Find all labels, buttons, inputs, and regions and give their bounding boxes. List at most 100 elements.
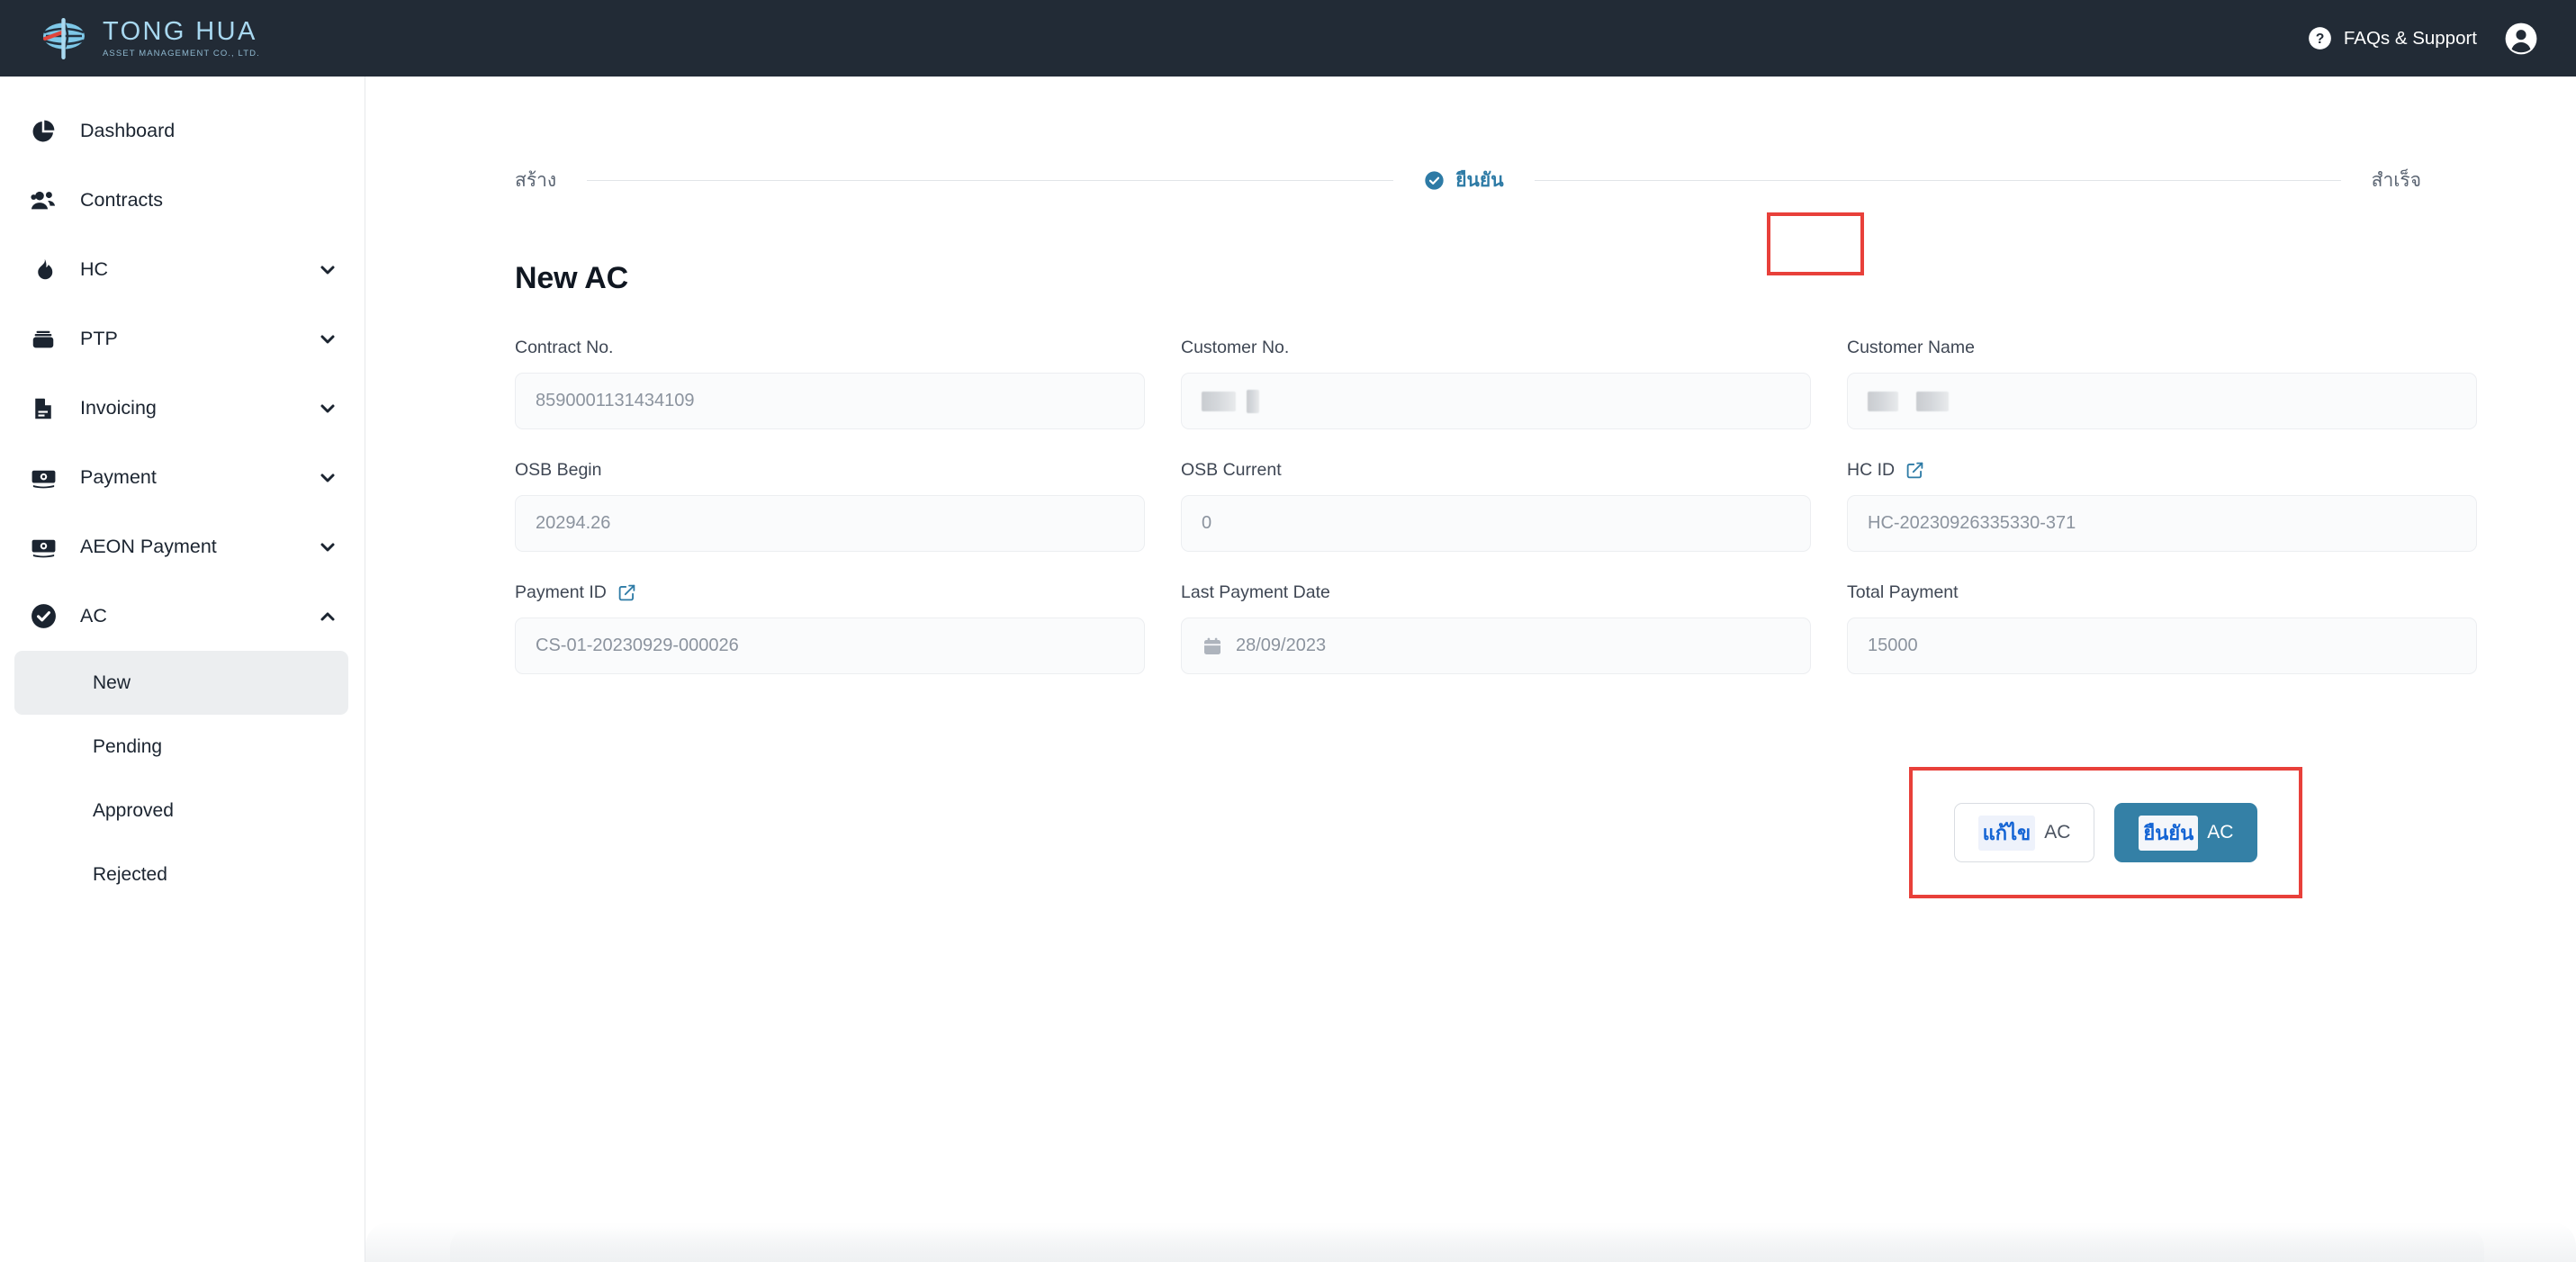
field-label: Payment ID	[515, 581, 1145, 604]
step-label: ยืนยัน	[1455, 169, 1504, 191]
field-value: 0	[1202, 513, 1212, 533]
step-confirm[interactable]: ยืนยัน	[1424, 166, 1504, 195]
field-label: HC ID	[1847, 458, 2477, 482]
sidebar-item-label: Invoicing	[80, 397, 157, 419]
field-label-text: Total Payment	[1847, 581, 1959, 602]
field-total-payment: Total Payment 15000	[1847, 581, 2477, 674]
sidebar-item-label: Payment	[80, 466, 157, 488]
field-label-text: Contract No.	[515, 337, 614, 357]
bottom-panel-inner-edge	[450, 1228, 2484, 1262]
sidebar-item-ac[interactable]: AC	[0, 581, 365, 651]
header-actions: ? FAQs & Support	[2308, 22, 2538, 56]
flame-icon	[28, 255, 59, 285]
people-group-icon	[28, 185, 59, 216]
osb-begin-input[interactable]: 20294.26	[515, 495, 1145, 552]
customer-name-input[interactable]	[1847, 373, 2477, 429]
field-label: Customer Name	[1847, 336, 2477, 359]
field-label: OSB Current	[1181, 458, 1811, 482]
chevron-down-icon[interactable]	[316, 397, 339, 420]
stepper-connector-line	[587, 179, 1394, 181]
customer-no-input[interactable]	[1181, 373, 1811, 429]
field-osb-begin: OSB Begin 20294.26	[515, 458, 1145, 552]
sidebar-subitem-new[interactable]: New	[14, 651, 348, 715]
field-label: Last Payment Date	[1181, 581, 1811, 604]
stepper-connector-line	[1534, 179, 2341, 181]
field-label: Total Payment	[1847, 581, 2477, 604]
form-field-grid: Contract No. 8590001131434109 Customer N…	[515, 336, 2477, 703]
pie-chart-icon	[28, 116, 59, 147]
sidebar-item-label: AEON Payment	[80, 536, 217, 557]
contract-no-input[interactable]: 8590001131434109	[515, 373, 1145, 429]
field-label-text: Payment ID	[515, 581, 607, 602]
step-success[interactable]: สำเร็จ	[2372, 166, 2421, 195]
last-payment-date-input[interactable]: 28/09/2023	[1181, 617, 1811, 674]
svg-text:?: ?	[2316, 32, 2325, 47]
field-label-text: Customer Name	[1847, 337, 1975, 357]
sidebar-item-ptp[interactable]: PTP	[0, 304, 365, 374]
field-value: HC-20230926335330-371	[1868, 513, 2076, 533]
sidebar-subitem-rejected[interactable]: Rejected	[14, 843, 348, 906]
redacted-value	[1868, 391, 1949, 411]
check-circle-filled-icon	[28, 601, 59, 632]
sidebar-subitem-pending[interactable]: Pending	[14, 715, 348, 779]
step-label: สำเร็จ	[2371, 169, 2422, 191]
user-avatar-icon[interactable]	[2504, 22, 2538, 56]
chevron-down-icon[interactable]	[316, 258, 339, 282]
tong-hua-logo-icon	[42, 17, 85, 59]
field-label-text: OSB Current	[1181, 459, 1282, 480]
field-payment-id: Payment ID CS-01-20230929-000026	[515, 581, 1145, 674]
sidebar-item-label: HC	[80, 258, 109, 280]
field-contract-no: Contract No. 8590001131434109	[515, 336, 1145, 429]
sidebar-item-contracts[interactable]: Contracts	[0, 166, 365, 235]
chevron-down-icon[interactable]	[316, 328, 339, 351]
edit-ac-english-label: AC	[2044, 822, 2071, 843]
sidebar-navigation: Dashboard Contracts HC PTP Invoicing Pay…	[0, 77, 365, 1262]
total-payment-input[interactable]: 15000	[1847, 617, 2477, 674]
field-label: Contract No.	[515, 336, 1145, 359]
edit-ac-button[interactable]: แก้ไข AC	[1953, 803, 2095, 862]
form-actions-highlight-box: แก้ไข AC ยืนยัน AC	[1909, 767, 2302, 898]
confirm-ac-button[interactable]: ยืนยัน AC	[2114, 803, 2258, 862]
payment-id-input[interactable]: CS-01-20230929-000026	[515, 617, 1145, 674]
brand-logo[interactable]: TONG HUA ASSET MANAGEMENT CO., LTD.	[38, 13, 260, 65]
confirm-ac-english-label: AC	[2207, 822, 2234, 843]
sidebar-subitem-approved[interactable]: Approved	[14, 779, 348, 843]
new-ac-form: New AC Contract No. 8590001131434109 Cus…	[515, 261, 2477, 703]
field-label-text: HC ID	[1847, 459, 1896, 480]
wallet-icon	[28, 324, 59, 355]
field-label-text: Customer No.	[1181, 337, 1290, 357]
chevron-down-icon[interactable]	[316, 536, 339, 559]
field-last-payment-date: Last Payment Date 28/09/2023	[1181, 581, 1811, 674]
sidebar-item-payment[interactable]: Payment	[0, 443, 365, 512]
field-hc-id: HC ID HC-20230926335330-371	[1847, 458, 2477, 552]
step-create[interactable]: สร้าง	[515, 166, 556, 195]
chevron-up-icon[interactable]	[316, 605, 339, 628]
external-link-icon[interactable]	[1905, 460, 1925, 481]
redacted-value	[1202, 389, 1259, 413]
sidebar-item-invoicing[interactable]: Invoicing	[0, 374, 365, 443]
hc-id-input[interactable]: HC-20230926335330-371	[1847, 495, 2477, 552]
faqs-support-label: FAQs & Support	[2343, 27, 2477, 49]
calendar-icon	[1202, 636, 1223, 657]
sidebar-item-label: AC	[80, 605, 107, 626]
document-lines-icon	[28, 393, 59, 424]
external-link-icon[interactable]	[617, 582, 637, 603]
banknote-icon	[28, 463, 59, 493]
sidebar-item-aeon-payment[interactable]: AEON Payment	[0, 512, 365, 581]
brand-text-block: TONG HUA ASSET MANAGEMENT CO., LTD.	[103, 17, 260, 59]
sidebar-item-dashboard[interactable]: Dashboard	[0, 96, 365, 166]
field-value: 20294.26	[536, 513, 611, 533]
field-label-text: Last Payment Date	[1181, 581, 1330, 602]
check-circle-icon	[1424, 170, 1445, 191]
faqs-support-button[interactable]: ? FAQs & Support	[2308, 26, 2477, 50]
banknote-icon	[28, 532, 59, 563]
field-value: 8590001131434109	[536, 391, 695, 410]
field-value: 15000	[1868, 636, 1918, 655]
brand-subtitle: ASSET MANAGEMENT CO., LTD.	[103, 48, 260, 59]
chevron-down-icon[interactable]	[316, 466, 339, 490]
field-customer-name: Customer Name	[1847, 336, 2477, 429]
osb-current-input[interactable]: 0	[1181, 495, 1811, 552]
confirm-ac-thai-label: ยืนยัน	[2139, 815, 2199, 851]
brand-name: TONG HUA	[103, 17, 257, 47]
sidebar-item-hc[interactable]: HC	[0, 235, 365, 304]
